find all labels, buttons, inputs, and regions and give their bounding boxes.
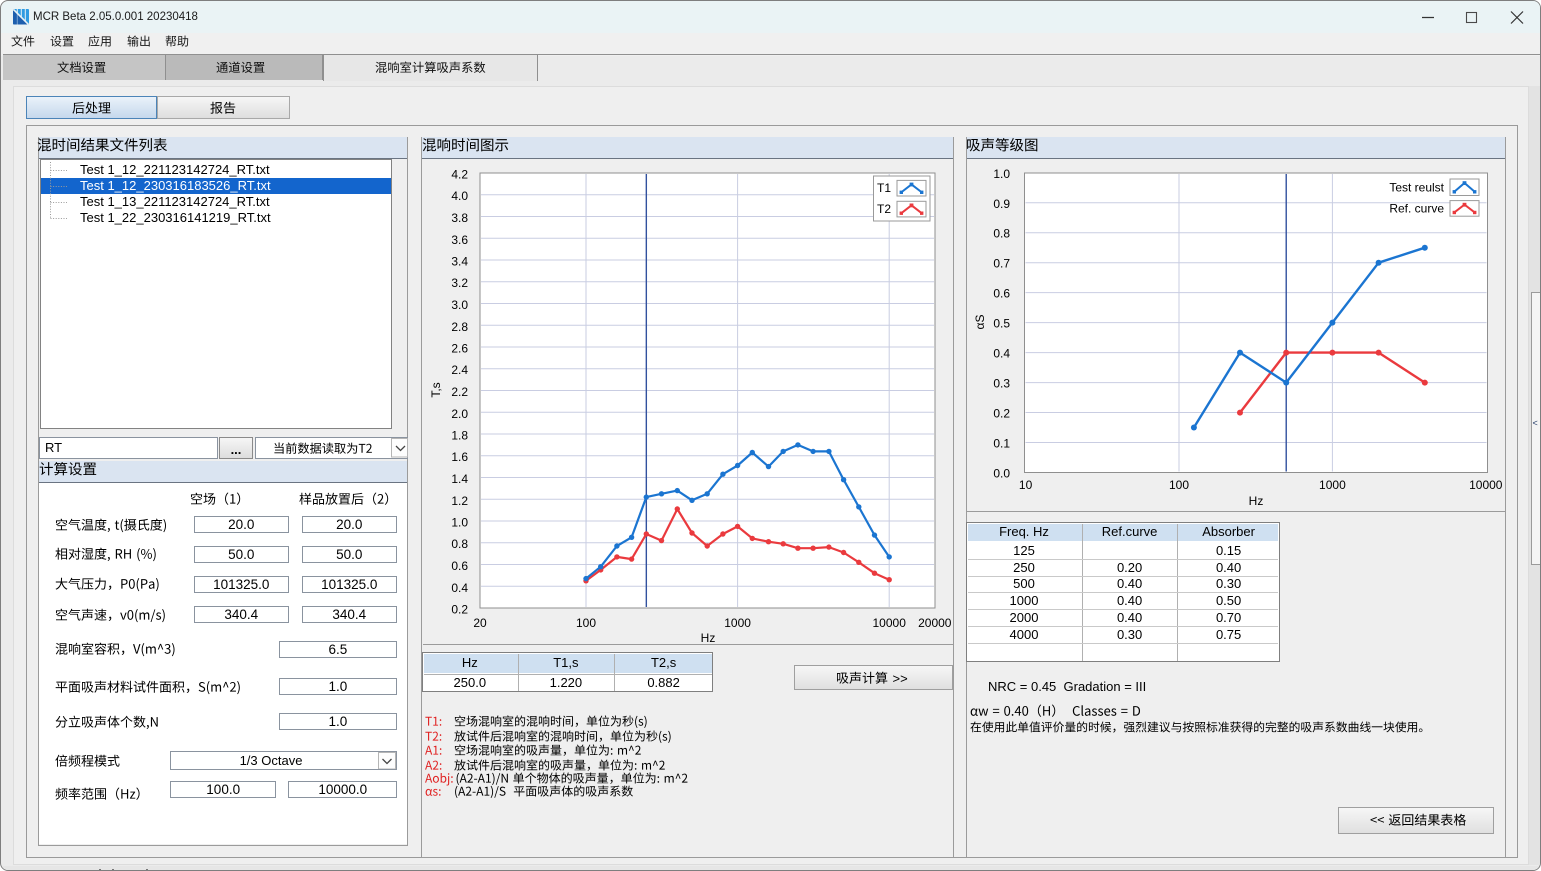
svg-text:20000: 20000 <box>918 616 952 630</box>
svg-text:0.0: 0.0 <box>993 467 1010 481</box>
svg-text:T1: T1 <box>877 181 891 195</box>
svg-text:0.6: 0.6 <box>993 287 1010 301</box>
svg-text:10: 10 <box>1019 478 1033 492</box>
svg-text:1.2: 1.2 <box>451 494 468 508</box>
svg-text:3.2: 3.2 <box>451 276 468 290</box>
svg-text:0.6: 0.6 <box>451 559 468 573</box>
svg-text:0.5: 0.5 <box>993 317 1010 331</box>
svg-text:1000: 1000 <box>724 616 751 630</box>
svg-text:4.2: 4.2 <box>451 168 468 182</box>
svg-text:1.8: 1.8 <box>451 429 468 443</box>
svg-text:3.0: 3.0 <box>451 298 468 312</box>
svg-text:1000: 1000 <box>1319 478 1346 492</box>
svg-text:2.2: 2.2 <box>451 385 468 399</box>
svg-text:0.4: 0.4 <box>993 347 1010 361</box>
svg-text:1.0: 1.0 <box>451 516 468 530</box>
svg-text:3.8: 3.8 <box>451 211 468 225</box>
svg-text:10000: 10000 <box>873 616 907 630</box>
svg-text:1.4: 1.4 <box>451 472 468 486</box>
svg-text:1.0: 1.0 <box>993 167 1010 181</box>
svg-text:100: 100 <box>576 616 596 630</box>
svg-text:3.6: 3.6 <box>451 233 468 247</box>
svg-text:Test reulst: Test reulst <box>1389 181 1444 195</box>
svg-text:2.4: 2.4 <box>451 363 468 377</box>
svg-text:T,s: T,s <box>429 382 443 397</box>
svg-text:2.6: 2.6 <box>451 342 468 356</box>
svg-text:0.7: 0.7 <box>993 257 1010 271</box>
svg-text:Hz: Hz <box>1249 494 1264 508</box>
svg-text:100: 100 <box>1169 478 1189 492</box>
svg-text:0.8: 0.8 <box>993 227 1010 241</box>
svg-text:αS: αS <box>973 315 987 330</box>
svg-text:Ref. curve: Ref. curve <box>1389 202 1444 216</box>
svg-text:0.4: 0.4 <box>451 581 468 595</box>
svg-text:1.6: 1.6 <box>451 450 468 464</box>
svg-text:2.8: 2.8 <box>451 320 468 334</box>
svg-text:0.2: 0.2 <box>451 603 468 617</box>
svg-text:0.2: 0.2 <box>993 407 1010 421</box>
svg-text:20: 20 <box>473 616 487 630</box>
svg-text:2.0: 2.0 <box>451 407 468 421</box>
svg-text:0.1: 0.1 <box>993 437 1010 451</box>
svg-text:0.9: 0.9 <box>993 197 1010 211</box>
svg-text:4.0: 4.0 <box>451 189 468 203</box>
svg-text:T2: T2 <box>877 202 891 216</box>
svg-text:3.4: 3.4 <box>451 255 468 269</box>
svg-text:Hz: Hz <box>701 631 716 645</box>
svg-text:0.8: 0.8 <box>451 537 468 551</box>
svg-text:10000: 10000 <box>1469 478 1503 492</box>
svg-text:0.3: 0.3 <box>993 377 1010 391</box>
